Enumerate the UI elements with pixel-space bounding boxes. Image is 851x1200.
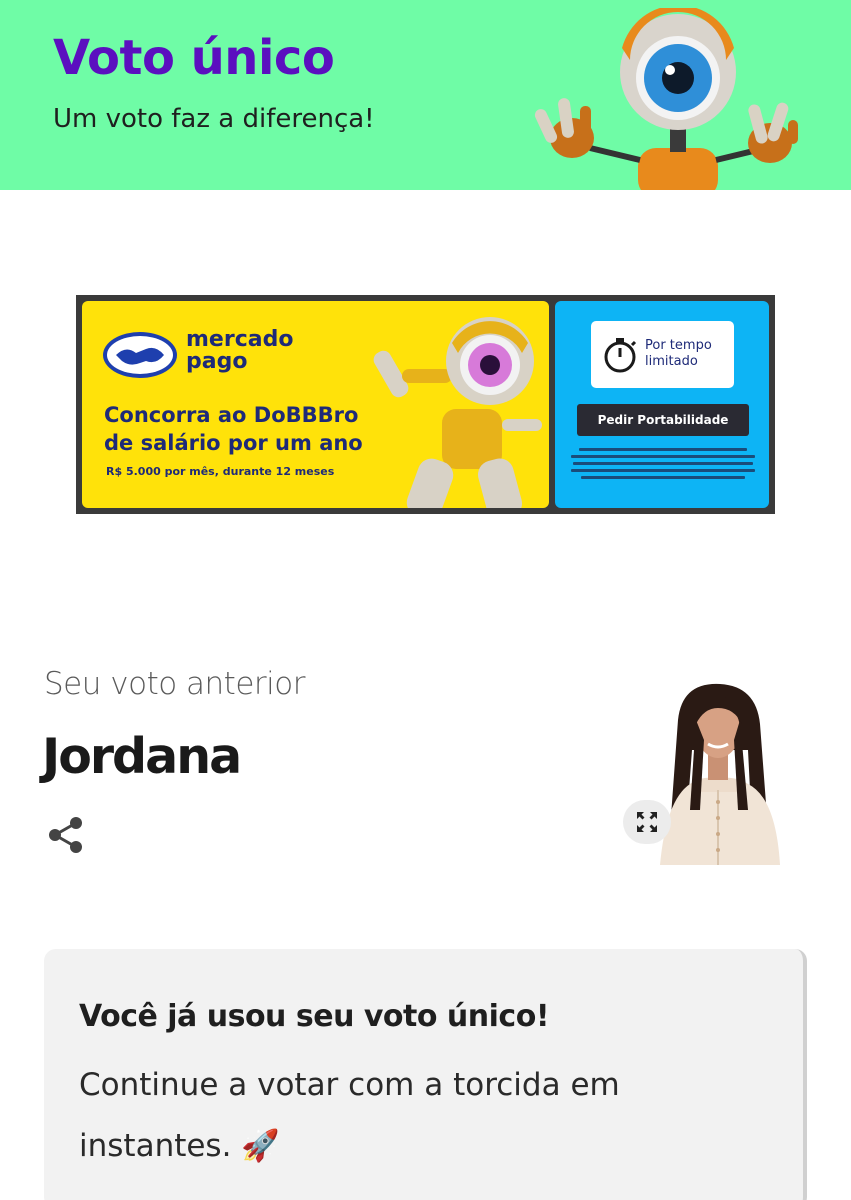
previous-vote-name: Jordana — [42, 728, 242, 785]
stopwatch-icon — [604, 338, 637, 373]
ad-brand-name: mercado pago — [186, 327, 294, 374]
limited-time-badge: Por tempo limitado — [591, 321, 734, 388]
vote-used-notice: Você já usou seu voto único! Continue a … — [44, 949, 807, 1200]
ad-fine-print: R$ 5.000 por mês, durante 12 meses — [106, 465, 335, 478]
ad-headline-line1: Concorra ao DoBBBro — [104, 403, 359, 427]
mercado-pago-ad-banner[interactable]: mercado pago Concorra ao DoBBBro de salá… — [76, 295, 775, 514]
ad-promo-panel[interactable]: mercado pago Concorra ao DoBBBro de salá… — [82, 301, 549, 508]
page-title: Voto único — [53, 30, 335, 86]
page-subtitle: Um voto faz a diferença! — [53, 104, 375, 134]
ad-cta-panel[interactable]: Por tempo limitado Pedir Portabilidade — [555, 301, 769, 508]
ad-headline: Concorra ao DoBBBro de salário por um an… — [104, 401, 404, 457]
limited-time-label: Por tempo limitado — [645, 338, 712, 369]
handshake-icon — [103, 332, 177, 378]
ad-legal-lines — [571, 448, 755, 479]
notice-title: Você já usou seu voto único! — [79, 999, 550, 1034]
ad-legal-text — [565, 446, 761, 489]
bbb-robot-mascot-image — [373, 317, 542, 508]
bbb-eye-mascot-image — [534, 8, 798, 190]
request-portability-button[interactable]: Pedir Portabilidade — [577, 404, 749, 436]
expand-photo-button[interactable] — [623, 800, 671, 844]
share-icon[interactable] — [46, 814, 86, 856]
header-banner: Voto único Um voto faz a diferença! — [0, 0, 851, 190]
ad-headline-line2: de salário por um ano — [104, 431, 363, 455]
previous-vote-label: Seu voto anterior — [44, 666, 305, 702]
expand-icon — [637, 812, 657, 832]
notice-body: Continue a votar com a torcida em instan… — [79, 1067, 620, 1164]
